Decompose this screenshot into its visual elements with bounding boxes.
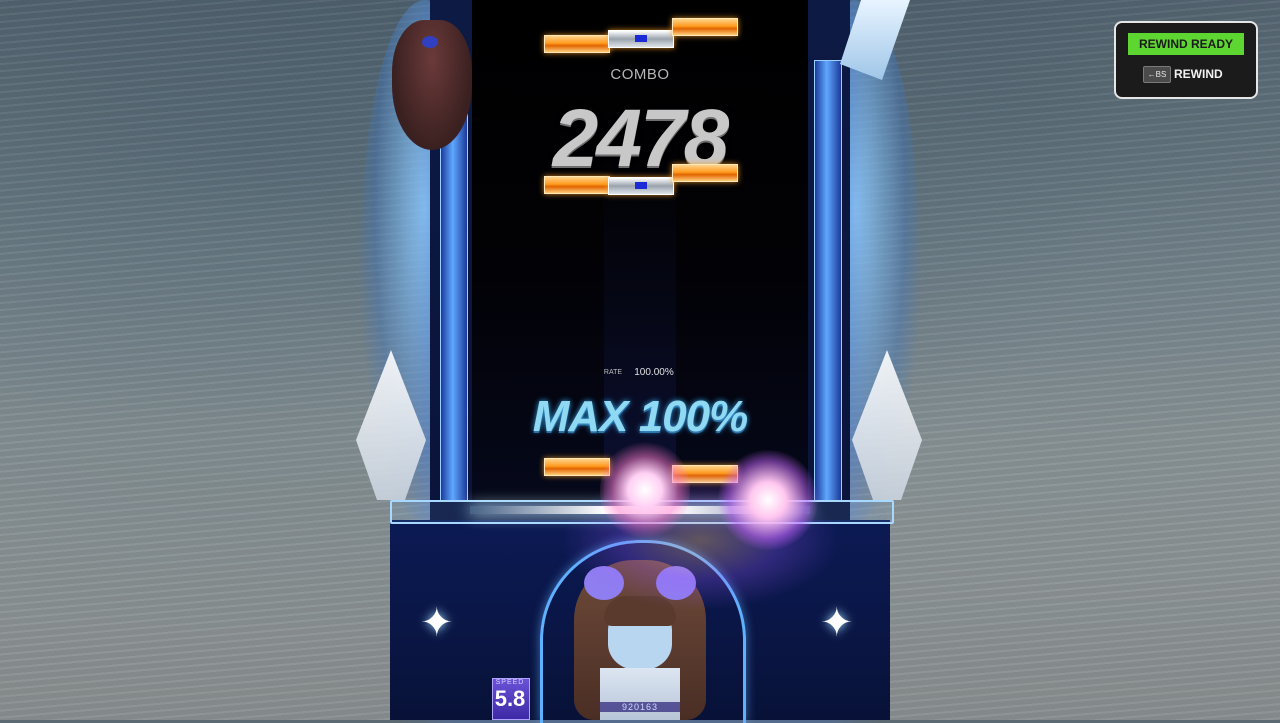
note <box>544 458 610 476</box>
note-core <box>635 182 647 189</box>
note <box>672 18 738 36</box>
sparkle-star-icon: ✦ <box>820 601 854 645</box>
note-core <box>635 35 647 42</box>
character-dress <box>600 668 680 720</box>
right-pillar <box>814 60 842 502</box>
combo-label: COMBO <box>610 66 670 83</box>
sparkle-star-icon: ✦ <box>420 601 454 645</box>
note <box>672 164 738 182</box>
speed-label: SPEED <box>495 679 525 686</box>
serpent-eye <box>422 36 438 48</box>
note <box>544 35 610 53</box>
hit-flash-effect <box>718 450 818 550</box>
rate-label: RATE <box>603 369 623 376</box>
note-silver <box>608 177 674 195</box>
rewind-button[interactable]: REWIND <box>1174 66 1234 82</box>
score-value: 920163 <box>600 702 680 712</box>
note-silver <box>608 30 674 48</box>
note <box>544 176 610 194</box>
max-accuracy-text: MAX 100% <box>532 392 749 441</box>
speed-value: 5.8 <box>494 686 526 711</box>
rewind-ready-badge: REWIND READY <box>1128 33 1244 55</box>
backspace-key-icon: ←BS <box>1143 66 1171 83</box>
hit-flash-effect <box>600 440 690 540</box>
rate-value: 100.00% <box>634 367 674 378</box>
